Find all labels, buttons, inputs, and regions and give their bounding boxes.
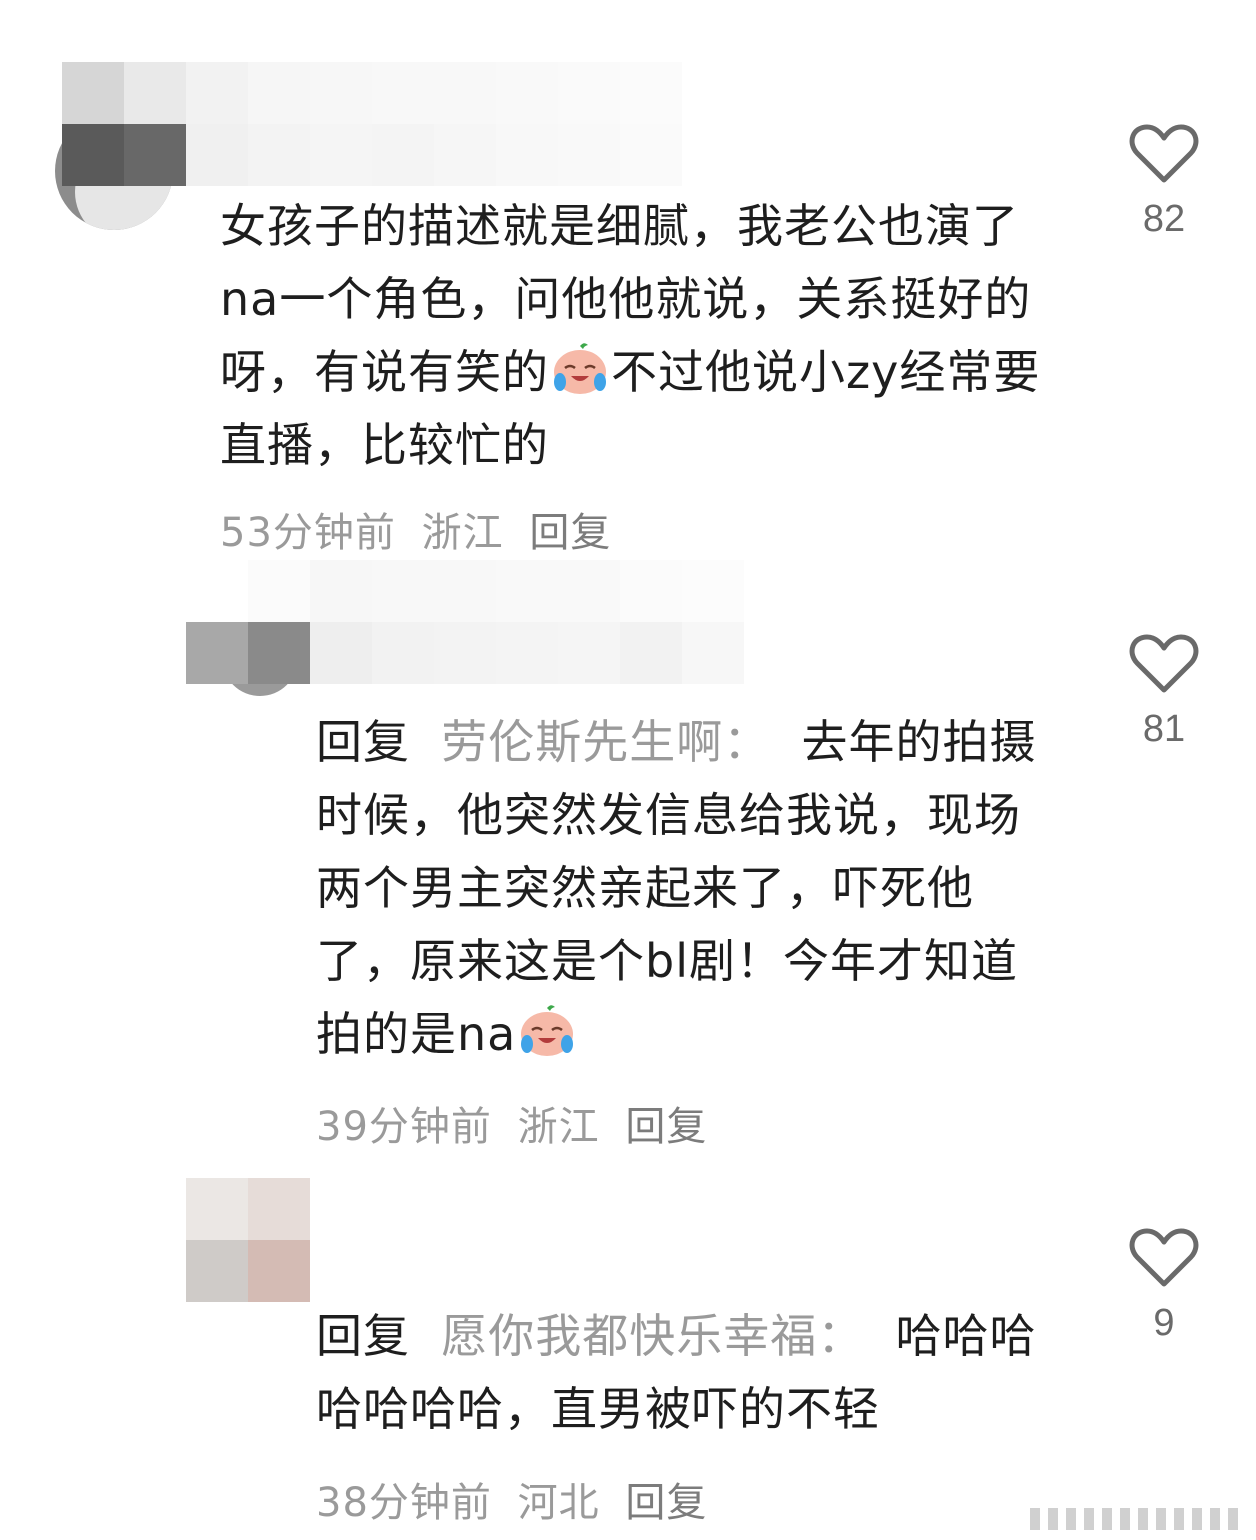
reply-target-username[interactable]: 愿你我都快乐幸福： [441, 1309, 864, 1363]
comment-location: 浙江 [421, 510, 504, 556]
like-button[interactable]: 82 [1114, 122, 1214, 241]
username-mosaic[interactable] [62, 62, 682, 186]
heart-outline-icon [1129, 634, 1199, 693]
comment-meta: 38分钟前 河北 回复 [316, 1470, 719, 1528]
reply-prefix: 回复 [316, 715, 410, 769]
comment-text: 女孩子的描述就是细腻，我老公也演了na一个角色，问他他就说，关系挺好的呀，有说有… [220, 199, 1041, 472]
comment-text: 回复 劳伦斯先生啊： 去年的拍摄时候，他突然发信息给我说，现场两个男主突然亲起来… [316, 715, 1037, 1061]
reply-item: 回复 愿你我都快乐幸福： 哈哈哈哈哈哈哈，直男被吓的不轻 38分钟前 河北 回复… [0, 1160, 1256, 1540]
comment-meta: 39分钟前 浙江 回复 [316, 1094, 719, 1152]
reply-item: 回复 劳伦斯先生啊： 去年的拍摄时候，他突然发信息给我说，现场两个男主突然亲起来… [0, 560, 1256, 1160]
like-count: 82 [1142, 198, 1186, 240]
comment-meta: 53分钟前 浙江 回复 [220, 500, 623, 558]
crying-laughing-bun-icon [521, 1005, 574, 1056]
avatar-mosaic[interactable] [186, 1178, 496, 1302]
comment-item: 女孩子的描述就是细腻，我老公也演了na一个角色，问他他就说，关系挺好的呀，有说有… [0, 0, 1256, 560]
comment-time: 38分钟前 [316, 1480, 492, 1526]
reply-button[interactable]: 回复 [529, 510, 611, 556]
like-button[interactable]: 81 [1114, 632, 1214, 751]
comment-time: 39分钟前 [316, 1104, 492, 1150]
like-count: 9 [1153, 1302, 1175, 1344]
reply-prefix: 回复 [316, 1309, 410, 1363]
comment-time: 53分钟前 [220, 510, 396, 556]
reply-target-username[interactable]: 劳伦斯先生啊： [441, 715, 770, 769]
comment-location: 河北 [517, 1480, 600, 1526]
like-button[interactable]: 9 [1114, 1226, 1214, 1345]
comment-location: 浙江 [517, 1104, 600, 1150]
crying-laughing-bun-icon [554, 343, 606, 394]
like-count: 81 [1142, 708, 1186, 750]
watermark [1030, 1508, 1238, 1530]
reply-button[interactable]: 回复 [625, 1104, 707, 1150]
heart-outline-icon [1129, 124, 1199, 183]
reply-button[interactable]: 回复 [625, 1480, 707, 1526]
username-mosaic[interactable] [186, 560, 744, 684]
heart-outline-icon [1129, 1228, 1199, 1287]
comment-text: 回复 愿你我都快乐幸福： 哈哈哈哈哈哈哈，直男被吓的不轻 [316, 1309, 1037, 1436]
